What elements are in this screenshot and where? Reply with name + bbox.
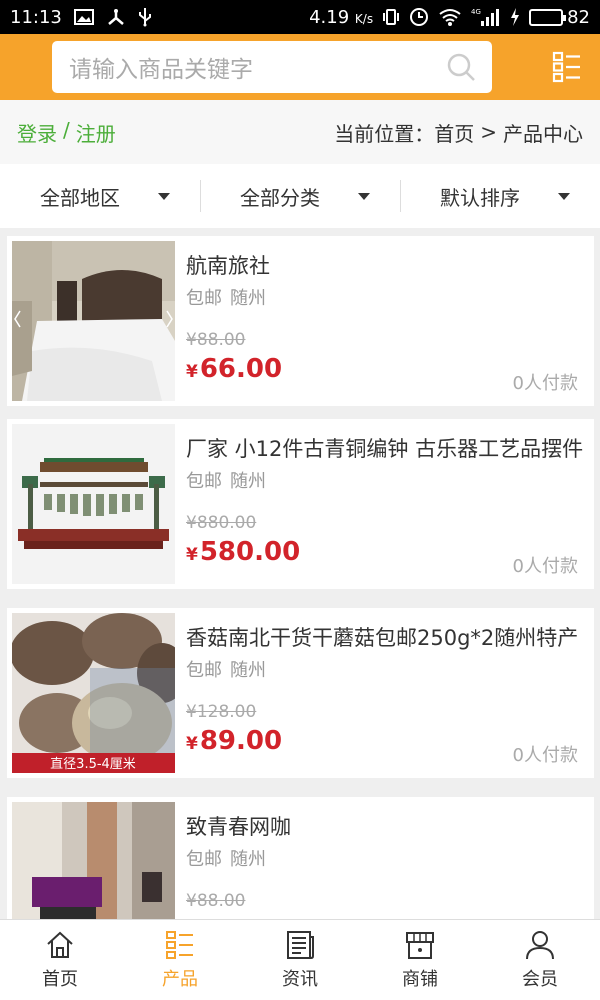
nav-label: 产品 (162, 969, 198, 990)
product-image (12, 802, 175, 919)
clock: 11:13 (10, 6, 62, 28)
share-icon (106, 8, 126, 26)
app-header: 请输入商品关键字 (0, 34, 600, 100)
register-link[interactable]: 注册 (76, 118, 116, 147)
battery-percent: 82 (567, 6, 590, 28)
product-city: 随州 (230, 849, 266, 870)
nav-label: 商铺 (402, 969, 438, 990)
status-bar: 11:13 4.19 K/s 4G 82 (0, 0, 600, 34)
product-meta: 包邮 随州 (186, 656, 266, 682)
notification-image-icon (73, 9, 94, 25)
search-placeholder: 请输入商品关键字 (69, 57, 253, 83)
wifi-icon (438, 8, 462, 26)
user-icon (526, 931, 554, 960)
currency-symbol: ¥ (186, 362, 198, 382)
nav-member[interactable]: 会员 (480, 920, 600, 1000)
nav-store[interactable]: 商铺 (360, 920, 480, 1000)
search-icon[interactable] (446, 52, 476, 82)
news-icon (287, 931, 314, 959)
breadcrumb-current: 产品中心 (503, 121, 583, 146)
login-link[interactable]: 登录 (17, 118, 57, 147)
nav-news[interactable]: 资讯 (240, 920, 360, 1000)
signal-icon: 4G (471, 7, 501, 27)
product-title[interactable]: 致青春网咖 (186, 811, 584, 841)
nav-label: 资讯 (282, 969, 318, 990)
product-title[interactable]: 航南旅社 (186, 250, 584, 280)
breadcrumb: 当前位置： 首页 > 产品中心 (334, 118, 583, 147)
list-icon (166, 931, 193, 959)
home-icon (47, 931, 73, 958)
product-card[interactable]: 航南旅社 包邮 随州 ¥88.00 ¥ 66.00 0人付款 (7, 236, 594, 406)
sale-price: ¥ 580.00 (186, 537, 300, 567)
usb-icon (138, 7, 152, 27)
filter-label: 默认排序 (440, 185, 520, 210)
vibrate-icon (382, 8, 400, 26)
nav-label: 首页 (42, 969, 78, 990)
product-image (12, 424, 175, 584)
caret-down-icon (358, 192, 370, 200)
sale-price: ¥ 66.00 (186, 354, 282, 384)
product-title[interactable]: 厂家 小12件古青铜编钟 古乐器工艺品摆件 (186, 433, 584, 463)
product-image: 直径3.5-4厘米 (12, 613, 175, 773)
price-amount: 66.00 (199, 354, 283, 384)
filter-label: 全部分类 (240, 185, 320, 210)
currency-symbol: ¥ (186, 734, 198, 754)
nav-products[interactable]: 产品 (120, 920, 240, 1000)
account-breadcrumb-bar: 登录 / 注册 当前位置： 首页 > 产品中心 (0, 100, 600, 164)
product-meta: 包邮 随州 (186, 467, 266, 493)
shipping-tag: 包邮 (186, 849, 222, 870)
separator: / (63, 117, 70, 142)
product-title[interactable]: 香菇南北干货干蘑菇包邮250g*2随州特产 (186, 622, 584, 652)
alarm-icon (409, 7, 429, 27)
filter-region[interactable]: 全部地区 (0, 164, 200, 228)
shipping-tag: 包邮 (186, 660, 222, 681)
svg-text:4G: 4G (471, 8, 481, 16)
nav-label: 会员 (522, 969, 558, 990)
product-list: 航南旅社 包邮 随州 ¥88.00 ¥ 66.00 0人付款 厂家 小12件古青… (0, 236, 600, 919)
charging-icon (510, 8, 520, 26)
caret-down-icon (558, 192, 570, 200)
product-card[interactable]: 直径3.5-4厘米 香菇南北干货干蘑菇包邮250g*2随州特产 包邮 随州 ¥1… (7, 608, 594, 778)
product-city: 随州 (230, 660, 266, 681)
sale-price: ¥ 89.00 (186, 726, 282, 756)
price-amount: 580.00 (199, 537, 301, 567)
product-card[interactable]: 致青春网咖 包邮 随州 ¥88.00 (7, 797, 594, 919)
product-image (12, 241, 175, 401)
product-card[interactable]: 厂家 小12件古青铜编钟 古乐器工艺品摆件 包邮 随州 ¥880.00 ¥ 58… (7, 419, 594, 589)
price-amount: 89.00 (199, 726, 283, 756)
buyers-count: 0人付款 (512, 556, 578, 577)
filter-label: 全部地区 (40, 185, 120, 210)
product-city: 随州 (230, 288, 266, 309)
product-meta: 包邮 随州 (186, 845, 266, 871)
battery-indicator: 82 (529, 7, 590, 28)
shipping-tag: 包邮 (186, 471, 222, 492)
buyers-count: 0人付款 (512, 373, 578, 394)
breadcrumb-prefix: 当前位置： (334, 121, 435, 146)
breadcrumb-home[interactable]: 首页 (434, 118, 474, 147)
original-price: ¥88.00 (186, 891, 246, 911)
filter-category[interactable]: 全部分类 (200, 164, 400, 228)
store-icon (406, 932, 434, 959)
original-price: ¥88.00 (186, 330, 246, 350)
net-speed: 4.19 K/s (309, 6, 374, 28)
original-price: ¥880.00 (186, 513, 257, 533)
nav-home[interactable]: 首页 (0, 920, 120, 1000)
product-city: 随州 (230, 471, 266, 492)
breadcrumb-arrow: > (480, 120, 497, 144)
filter-sort[interactable]: 默认排序 (400, 164, 600, 228)
search-input[interactable]: 请输入商品关键字 (52, 41, 492, 93)
bottom-nav: 首页 产品 资讯 商铺 会员 (0, 919, 600, 1000)
battery-icon (529, 8, 567, 26)
menu-icon[interactable] (552, 50, 582, 84)
shipping-tag: 包邮 (186, 288, 222, 309)
account-links: 登录 / 注册 (17, 118, 116, 147)
currency-symbol: ¥ (186, 545, 198, 565)
caret-down-icon (158, 192, 170, 200)
filter-bar: 全部地区 全部分类 默认排序 (0, 164, 600, 228)
original-price: ¥128.00 (186, 702, 257, 722)
buyers-count: 0人付款 (512, 745, 578, 766)
product-meta: 包邮 随州 (186, 284, 266, 310)
image-caption: 直径3.5-4厘米 (50, 757, 136, 772)
